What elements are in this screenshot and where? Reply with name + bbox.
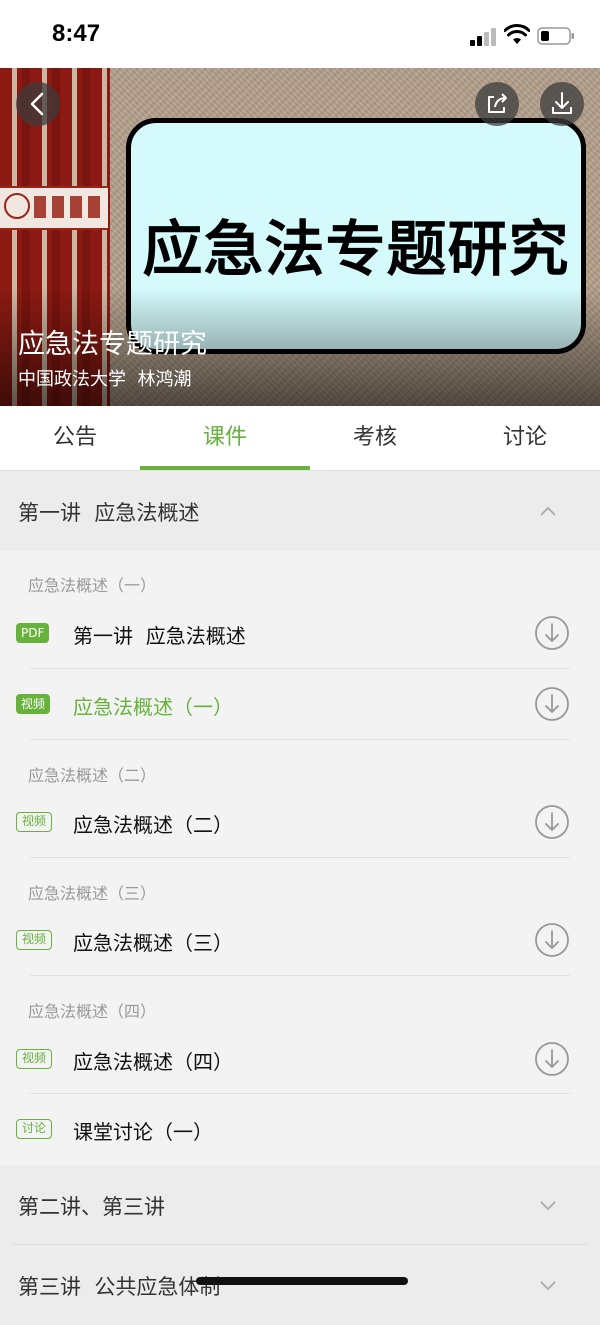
list-item[interactable]: 讨论 课堂讨论（一） — [0, 1094, 600, 1164]
back-button[interactable] — [16, 82, 60, 126]
chevron-down-icon — [540, 1281, 556, 1291]
poster-title: 应急法专题研究 — [142, 215, 570, 285]
download-circle-icon[interactable] — [534, 1041, 570, 1077]
item-title: 应急法概述（三） — [73, 931, 233, 955]
status-bar: 8:47 — [0, 0, 600, 68]
section-title: 第二讲、第三讲 — [18, 1195, 165, 1219]
course-title: 应急法专题研究 — [18, 329, 207, 360]
item-title: 应急法概述（四） — [73, 1050, 233, 1074]
section-header-3[interactable]: 第三讲 公共应急体制 — [0, 1245, 600, 1325]
group-label: 应急法概述（四） — [28, 1002, 157, 1021]
section-title: 第三讲 公共应急体制 — [18, 1275, 221, 1299]
signal-icon — [470, 28, 496, 46]
item-title: 第一讲 应急法概述 — [73, 624, 246, 648]
chevron-up-icon — [540, 506, 556, 516]
pdf-badge: PDF — [16, 623, 50, 643]
back-icon — [30, 92, 44, 116]
download-button[interactable] — [540, 82, 584, 126]
download-circle-icon[interactable] — [534, 922, 570, 958]
tab-assessment[interactable]: 考核 — [300, 406, 450, 470]
download-circle-icon[interactable] — [534, 804, 570, 840]
video-badge: 视频 — [16, 812, 53, 832]
divider — [30, 857, 570, 858]
discussion-badge: 讨论 — [16, 1119, 53, 1139]
group-label: 应急法概述（二） — [28, 766, 157, 785]
section-header-1[interactable]: 第一讲 应急法概述 — [0, 471, 600, 551]
download-circle-icon[interactable] — [534, 615, 570, 651]
group-label: 应急法概述（三） — [28, 884, 157, 903]
item-title: 应急法概述（一） — [73, 695, 233, 719]
tab-bar: 公告 课件 考核 讨论 — [0, 406, 600, 471]
list-item[interactable]: 视频 应急法概述（二） — [0, 787, 600, 857]
list-item[interactable]: PDF 第一讲 应急法概述 — [0, 598, 600, 668]
download-circle-icon[interactable] — [534, 686, 570, 722]
share-button[interactable] — [475, 82, 519, 126]
tab-courseware[interactable]: 课件 — [150, 406, 300, 470]
item-title: 课堂讨论（一） — [73, 1120, 213, 1144]
tab-discussion[interactable]: 讨论 — [450, 406, 600, 470]
chevron-down-icon — [540, 1201, 556, 1211]
list-item[interactable]: 视频 应急法概述（一） — [0, 669, 600, 739]
list-item[interactable]: 视频 应急法概述（三） — [0, 905, 600, 975]
share-icon — [488, 93, 507, 113]
section-header-2[interactable]: 第二讲、第三讲 — [0, 1165, 600, 1245]
tab-announcement[interactable]: 公告 — [0, 406, 150, 470]
divider — [30, 975, 570, 976]
download-icon — [552, 92, 572, 114]
group-label: 应急法概述（一） — [28, 576, 157, 595]
item-title: 应急法概述（二） — [73, 813, 233, 837]
video-badge: 视频 — [16, 694, 51, 714]
logo-calligraphy — [34, 196, 104, 218]
section-title: 第一讲 应急法概述 — [18, 501, 200, 525]
course-subtitle: 中国政法大学 林鸿潮 — [18, 369, 192, 390]
wifi-icon — [504, 24, 530, 44]
tab-indicator — [140, 466, 310, 470]
video-badge: 视频 — [16, 930, 53, 950]
logo-seal — [4, 193, 30, 219]
video-badge: 视频 — [16, 1049, 53, 1069]
status-time: 8:47 — [52, 20, 101, 47]
divider — [30, 739, 570, 740]
home-indicator[interactable] — [196, 1277, 408, 1285]
course-banner: 应急法专题研究 应急法专题研究 中国政法大学 林鸿潮 — [0, 68, 600, 406]
list-item[interactable]: 视频 应急法概述（四） — [0, 1024, 600, 1094]
university-logo — [0, 186, 108, 230]
battery-icon — [537, 27, 574, 45]
